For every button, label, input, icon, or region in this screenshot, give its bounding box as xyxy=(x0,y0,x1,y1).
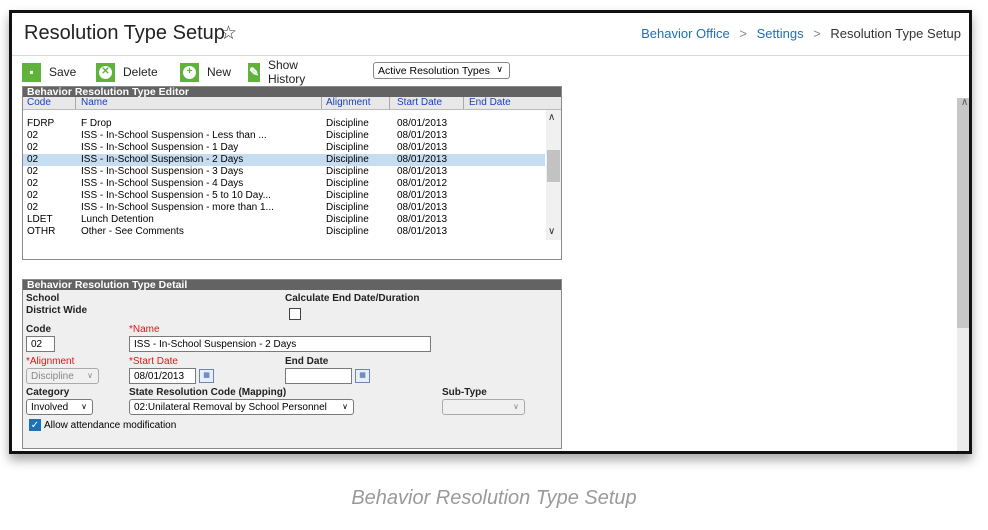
calculate-end-date-checkbox[interactable] xyxy=(289,308,301,320)
editor-column-headers: Code Name Alignment Start Date End Date xyxy=(23,97,561,110)
column-divider xyxy=(75,97,76,109)
sub-type-label: Sub-Type xyxy=(442,387,487,398)
pencil-icon: ✎ xyxy=(248,62,260,82)
allow-attendance-modification-checkbox[interactable]: ✓ xyxy=(29,419,41,431)
scroll-down-icon[interactable]: ∨ xyxy=(548,226,555,237)
alignment-select[interactable]: Discipline ∨ xyxy=(26,368,99,384)
table-row[interactable]: LDET Lunch Detention Discipline 08/01/20… xyxy=(23,214,545,226)
breadcrumb: Behavior Office > Settings > Resolution … xyxy=(641,26,961,41)
chevron-down-icon: ∨ xyxy=(342,402,348,411)
table-row[interactable]: 02 ISS - In-School Suspension - Less tha… xyxy=(23,130,545,142)
calendar-icon[interactable]: ▦ xyxy=(355,369,370,383)
editor-scrollbar[interactable]: ∧ ∨ xyxy=(546,110,561,240)
column-divider xyxy=(389,97,390,109)
end-date-field[interactable] xyxy=(285,368,352,384)
page-title: Resolution Type Setup xyxy=(24,22,225,44)
code-field[interactable]: 02 xyxy=(26,336,55,352)
category-select[interactable]: Involved ∨ xyxy=(26,399,93,415)
breadcrumb-behavior-office[interactable]: Behavior Office xyxy=(641,26,730,41)
app-window: Resolution Type Setup ☆ Behavior Office … xyxy=(9,10,972,454)
code-label: Code xyxy=(26,324,51,335)
resolution-type-editor: Behavior Resolution Type Editor Code Nam… xyxy=(22,86,562,260)
resolution-type-detail: Behavior Resolution Type Detail School D… xyxy=(22,279,562,449)
delete-button[interactable]: ✕ Delete xyxy=(96,62,158,82)
breadcrumb-current: Resolution Type Setup xyxy=(830,26,961,41)
chevron-down-icon: ∨ xyxy=(87,371,93,380)
save-button[interactable]: ▪ Save xyxy=(22,62,76,82)
column-header-code[interactable]: Code xyxy=(27,97,51,109)
delete-icon: ✕ xyxy=(96,62,115,82)
column-divider xyxy=(463,97,464,109)
show-history-button[interactable]: ✎ Show History xyxy=(248,58,312,86)
category-label: Category xyxy=(26,387,70,398)
chevron-down-icon: ∨ xyxy=(81,402,87,411)
chevron-down-icon: ∨ xyxy=(496,64,503,74)
alignment-label: *Alignment xyxy=(26,356,75,367)
table-row[interactable]: 02 ISS - In-School Suspension - 3 Days D… xyxy=(23,166,545,178)
page-header: Resolution Type Setup ☆ Behavior Office … xyxy=(12,13,969,56)
table-row[interactable]: 02 ISS - In-School Suspension - 4 Days D… xyxy=(23,178,545,190)
save-icon: ▪ xyxy=(22,62,41,82)
table-row[interactable]: 02 ISS - In-School Suspension - more tha… xyxy=(23,202,545,214)
figure-caption: Behavior Resolution Type Setup xyxy=(351,487,637,509)
table-row[interactable]: FDRP F Drop Discipline 08/01/2013 xyxy=(23,118,545,130)
state-resolution-code-select[interactable]: 02:Unilateral Removal by School Personne… xyxy=(129,399,354,415)
scrollbar-thumb[interactable] xyxy=(957,98,969,328)
start-date-field[interactable]: 08/01/2013 xyxy=(129,368,196,384)
scroll-up-icon[interactable]: ∧ xyxy=(548,112,555,123)
calculate-end-date-label: Calculate End Date/Duration xyxy=(285,293,420,304)
resolution-type-filter-select[interactable]: Active Resolution Types ∨ xyxy=(373,62,510,79)
favorite-star-icon[interactable]: ☆ xyxy=(220,22,237,45)
column-header-end-date[interactable]: End Date xyxy=(469,97,511,109)
column-divider xyxy=(321,97,322,109)
allow-attendance-modification-label: Allow attendance modification xyxy=(44,420,177,431)
new-button[interactable]: + New xyxy=(180,62,231,82)
column-header-alignment[interactable]: Alignment xyxy=(326,97,370,109)
scrollbar-thumb[interactable] xyxy=(547,150,560,182)
chevron-down-icon: ∨ xyxy=(513,402,519,411)
table-row[interactable]: 02 ISS - In-School Suspension - 1 Day Di… xyxy=(23,142,545,154)
calendar-icon[interactable]: ▦ xyxy=(199,369,214,383)
column-header-name[interactable]: Name xyxy=(81,97,108,109)
editor-rows: FDRP F Drop Discipline 08/01/2013 02 ISS… xyxy=(23,110,561,240)
end-date-label: End Date xyxy=(285,356,329,367)
state-resolution-code-label: State Resolution Code (Mapping) xyxy=(129,387,287,398)
table-row[interactable]: OTHR Other - See Comments Discipline 08/… xyxy=(23,226,545,238)
page-scrollbar[interactable] xyxy=(957,98,969,451)
school-label: School xyxy=(26,293,60,304)
breadcrumb-separator-icon: > xyxy=(739,26,747,41)
table-row[interactable]: 02 ISS - In-School Suspension - 5 to 10 … xyxy=(23,190,545,202)
add-icon: + xyxy=(180,62,199,82)
sub-type-select[interactable]: ∨ xyxy=(442,399,525,415)
name-field[interactable]: ISS - In-School Suspension - 2 Days xyxy=(129,336,431,352)
table-row-selected[interactable]: 02 ISS - In-School Suspension - 2 Days D… xyxy=(23,154,545,166)
name-label: *Name xyxy=(129,324,160,335)
school-value: District Wide xyxy=(26,305,88,316)
column-header-start-date[interactable]: Start Date xyxy=(397,97,442,109)
scroll-up-icon[interactable]: ∧ xyxy=(961,97,968,108)
detail-title: Behavior Resolution Type Detail xyxy=(23,280,561,290)
start-date-label: *Start Date xyxy=(129,356,178,367)
breadcrumb-settings[interactable]: Settings xyxy=(757,26,804,41)
breadcrumb-separator-icon: > xyxy=(813,26,821,41)
editor-title: Behavior Resolution Type Editor xyxy=(23,87,561,97)
